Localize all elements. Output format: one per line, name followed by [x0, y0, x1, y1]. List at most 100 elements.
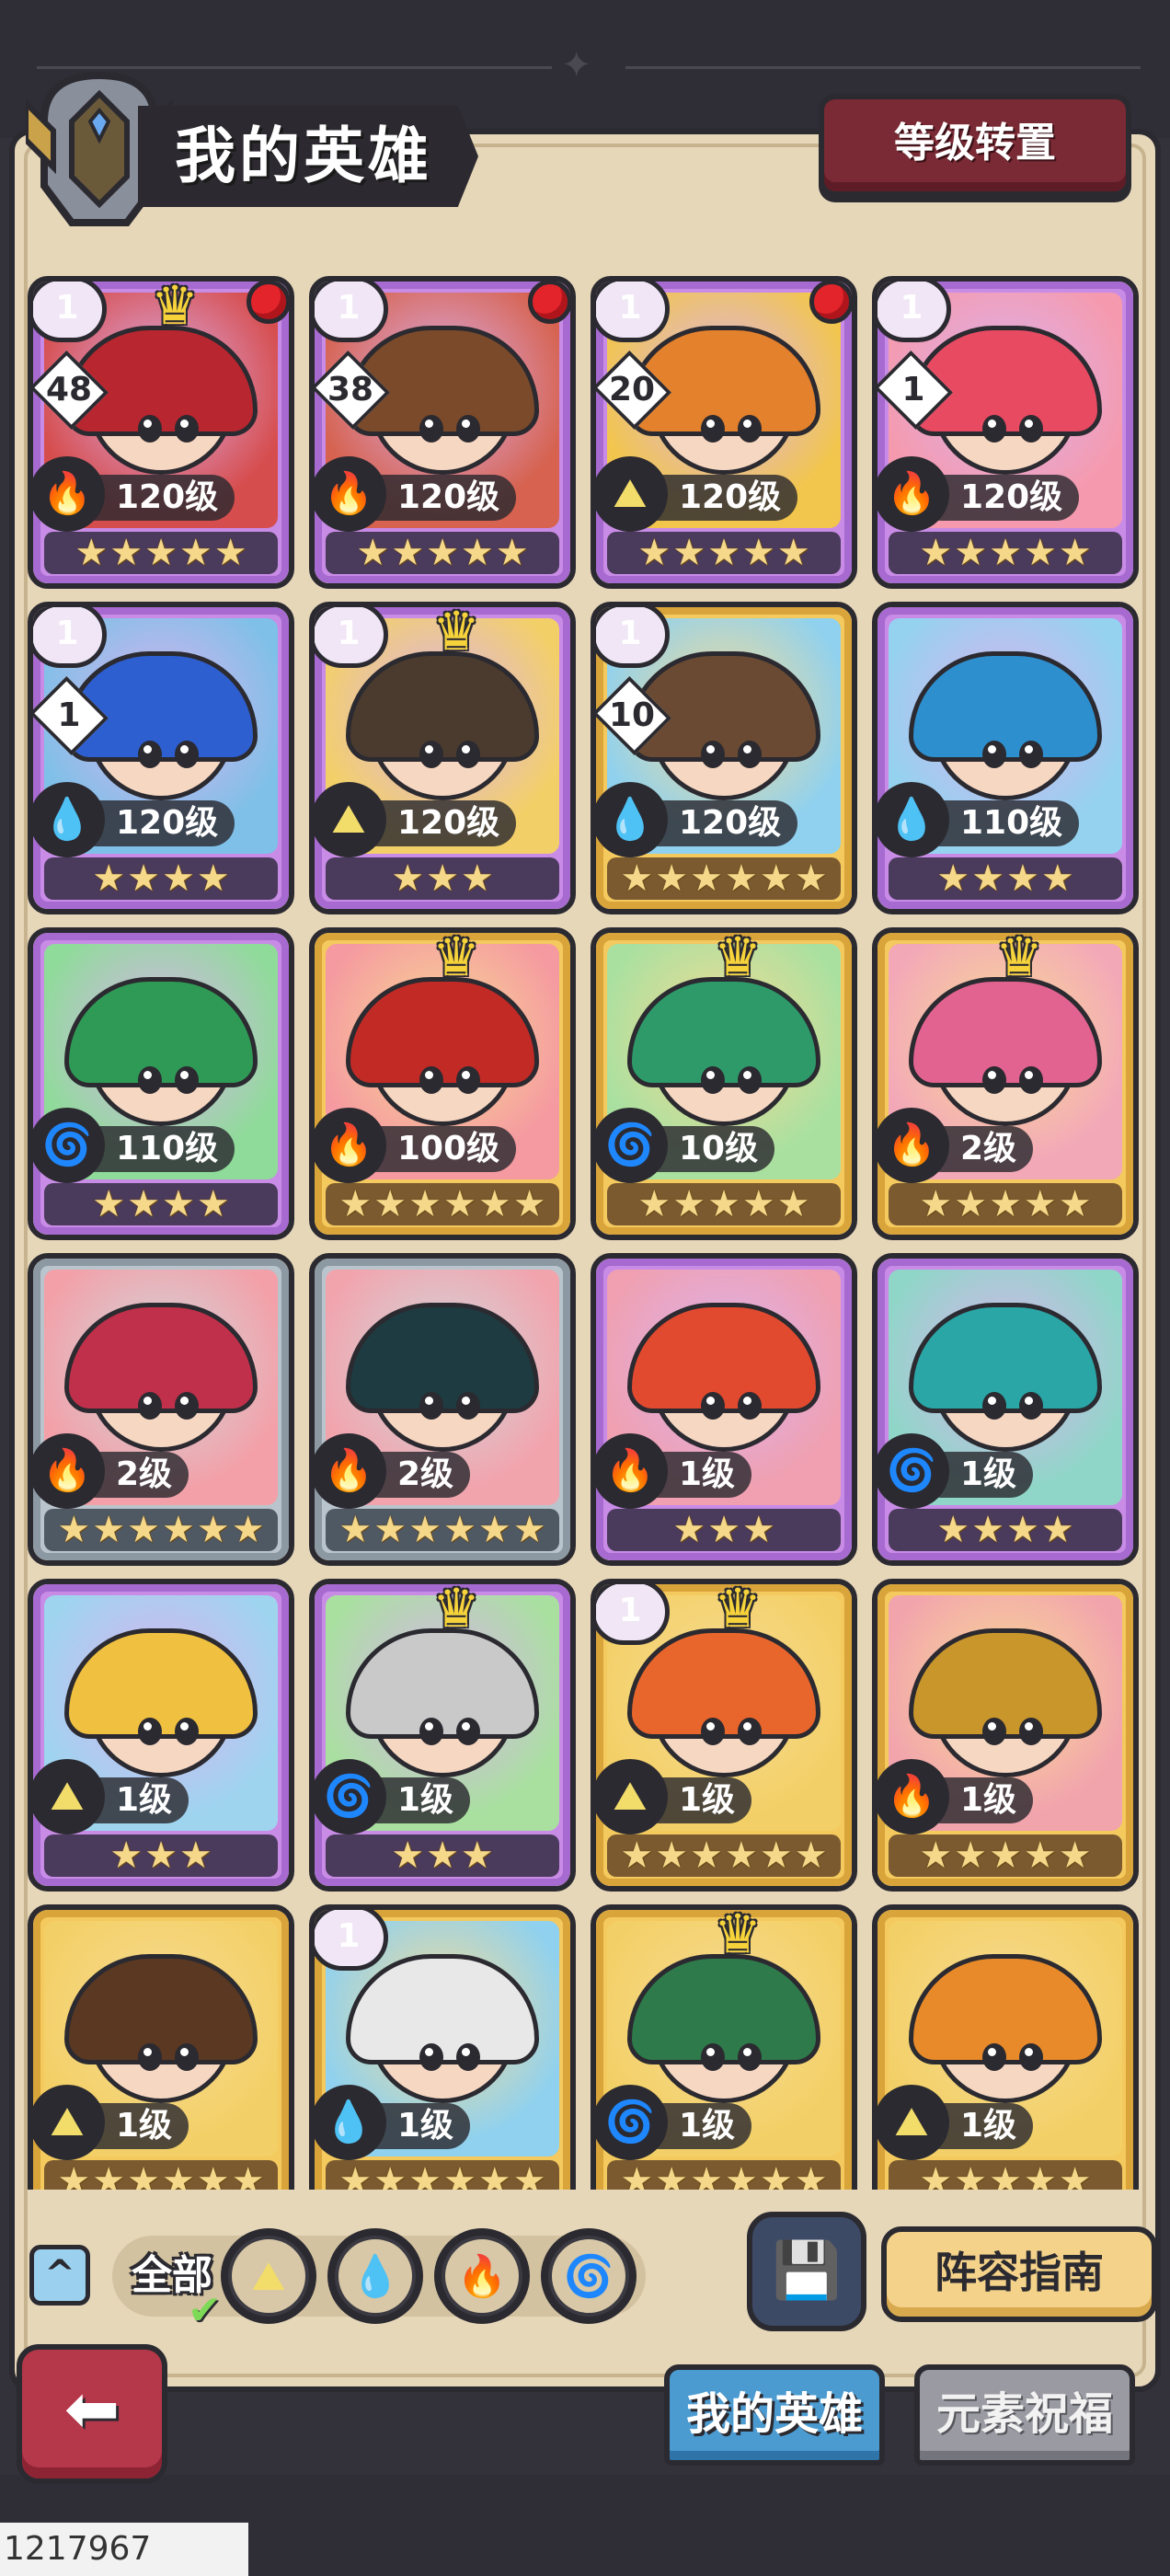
eye [981, 1066, 1006, 1095]
star-icon: ★ [495, 532, 529, 574]
save-formation-button[interactable]: 💾 [747, 2212, 866, 2331]
hero-card[interactable]: ★ ★ ★ ★ ★ 120级 🔥 ♛ 1 48 [28, 276, 294, 589]
level-transfer-button[interactable]: 等级转置 [819, 94, 1131, 197]
star-icon: ★ [196, 857, 230, 900]
crown-icon: ♛ [714, 1904, 762, 1965]
hero-card[interactable]: ★ ★ ★ ★ ★ 120级 🔥 1 1 [872, 276, 1139, 589]
filter-fire-button[interactable]: 🔥 [434, 2228, 530, 2324]
star-rating: ★ ★ ★ ★ [44, 1183, 278, 1225]
star-icon: ★ [725, 857, 758, 900]
hero-card[interactable]: ★ ★ ★ ★ 1级 🌀 [872, 1253, 1139, 1566]
rank-value: 1 [337, 1917, 361, 1955]
hero-card[interactable]: ★ ★ ★ ★ 110级 🌀 [28, 927, 294, 1240]
back-button[interactable]: ⬅ [17, 2344, 167, 2484]
hero-card[interactable]: ★ ★ ★ ★ ★ ★ 1级 🌀 ♛ [591, 1904, 857, 2190]
fire-element-icon: 🔥 [315, 1108, 386, 1183]
hero-hair [346, 976, 539, 1087]
star-icon: ★ [954, 2160, 988, 2190]
star-icon: ★ [144, 532, 178, 574]
star-icon: ★ [512, 1183, 546, 1225]
star-icon: ★ [954, 1834, 988, 1877]
hero-card[interactable]: ★ ★ ★ ★ ★ 120级 ⛰ 1 20 [591, 276, 857, 589]
filter-wind-button[interactable]: 🌀 [541, 2228, 637, 2324]
hero-hair [627, 1627, 820, 1739]
hero-card[interactable]: ★ ★ ★ 120级 ⛰ ♛ 1 [309, 602, 576, 914]
element-glyph: 💧 [323, 2099, 374, 2145]
eye [137, 1718, 162, 1746]
collapse-toggle-button[interactable]: ^ [29, 2245, 90, 2306]
tab-element-blessing[interactable]: 元素祝福 [914, 2364, 1135, 2466]
rank-badge: 1 [878, 282, 951, 342]
star-icon: ★ [707, 532, 740, 574]
eye [981, 741, 1006, 769]
notification-dot [809, 282, 852, 324]
hero-card[interactable]: ★ ★ ★ ★ ★ 2级 🔥 ♛ [872, 927, 1139, 1240]
eye [700, 1392, 725, 1420]
star-icon: ★ [426, 532, 459, 574]
star-icon: ★ [1006, 1509, 1039, 1551]
star-icon: ★ [1023, 1834, 1057, 1877]
shard-count-badge: 48 [33, 351, 109, 430]
hero-card[interactable]: ★ ★ ★ ★ ★ 120级 🔥 1 38 [309, 276, 576, 589]
hero-card[interactable]: ★ ★ ★ ★ ★ ★ 100级 🔥 ♛ [309, 927, 576, 1240]
element-glyph: 🔥 [886, 1121, 937, 1168]
star-icon: ★ [776, 532, 810, 574]
filter-earth-button[interactable]: ⛰ [221, 2228, 316, 2324]
filter-water-button[interactable]: 💧 [327, 2228, 423, 2324]
eye [419, 1392, 443, 1420]
star-icon: ★ [759, 857, 793, 900]
star-icon: ★ [373, 1183, 407, 1225]
hero-card[interactable]: ★ ★ ★ ★ ★ ★ 120级 💧 1 10 [591, 602, 857, 914]
star-icon: ★ [144, 1834, 178, 1877]
eye [137, 1066, 162, 1095]
hero-card[interactable]: ★ ★ ★ 1级 🔥 [591, 1253, 857, 1566]
deco-line [625, 66, 1141, 69]
hero-card[interactable]: ★ ★ ★ ★ ★ ★ 1级 ⛰ [28, 1904, 294, 2190]
star-icon: ★ [92, 2160, 126, 2190]
star-icon: ★ [460, 532, 494, 574]
floppy-disk-icon: 💾 [772, 2238, 842, 2303]
star-icon: ★ [794, 857, 828, 900]
watermark-text: 1217967 9e2bce [0, 2523, 248, 2576]
earth-element-icon: ⛰ [596, 1759, 668, 1834]
star-icon: ★ [707, 1183, 740, 1225]
star-icon: ★ [1040, 1509, 1074, 1551]
eye [137, 2043, 162, 2072]
star-icon: ★ [477, 1183, 511, 1225]
check-icon: ✔ [188, 2287, 222, 2334]
element-glyph: 🌀 [604, 2099, 656, 2145]
eye [981, 2043, 1006, 2072]
hero-card[interactable]: ★ ★ ★ ★ ★ 1级 ⛰ [872, 1904, 1139, 2190]
star-icon: ★ [92, 1509, 126, 1551]
star-icon: ★ [725, 2160, 758, 2190]
eye [137, 1392, 162, 1420]
star-rating: ★ ★ ★ ★ ★ [889, 2160, 1122, 2190]
star-icon: ★ [92, 1183, 126, 1225]
tab-my-heroes[interactable]: 我的英雄 [664, 2364, 885, 2466]
rank-badge: 1 [315, 607, 388, 668]
star-icon: ★ [57, 1509, 91, 1551]
star-icon: ★ [655, 1834, 689, 1877]
star-rating: ★ ★ ★ ★ ★ ★ [326, 2160, 559, 2190]
star-icon: ★ [178, 1834, 212, 1877]
eye [700, 1718, 725, 1746]
fire-element-icon: 🔥 [315, 456, 386, 532]
hero-card[interactable]: ★ ★ ★ 1级 🌀 ♛ [309, 1579, 576, 1892]
eye [981, 1718, 1006, 1746]
hero-card[interactable]: ★ ★ ★ ★ 110级 💧 [872, 602, 1139, 914]
hero-card[interactable]: ★ ★ ★ ★ ★ ★ 2级 🔥 [28, 1253, 294, 1566]
hero-card[interactable]: ★ ★ ★ ★ ★ 10级 🌀 ♛ [591, 927, 857, 1240]
star-icon: ★ [213, 532, 247, 574]
lineup-guide-button[interactable]: 阵容指南 [881, 2226, 1157, 2322]
hero-card[interactable]: ★ ★ ★ ★ 120级 💧 1 1 [28, 602, 294, 914]
star-icon: ★ [971, 1509, 1004, 1551]
hero-card[interactable]: ★ ★ ★ ★ ★ ★ 1级 ⛰ ♛ 1 [591, 1579, 857, 1892]
water-element-icon: 💧 [335, 2236, 416, 2317]
crown-icon: ♛ [714, 1579, 762, 1639]
shard-count-badge: 20 [596, 351, 671, 430]
hero-card[interactable]: ★ ★ ★ ★ ★ ★ 2级 🔥 [309, 1253, 576, 1566]
hero-card[interactable]: ★ ★ ★ ★ ★ ★ 1级 💧 1 [309, 1904, 576, 2190]
hero-card[interactable]: ★ ★ ★ ★ ★ 1级 🔥 [872, 1579, 1139, 1892]
star-icon: ★ [1058, 1183, 1092, 1225]
hero-card[interactable]: ★ ★ ★ 1级 ⛰ [28, 1579, 294, 1892]
